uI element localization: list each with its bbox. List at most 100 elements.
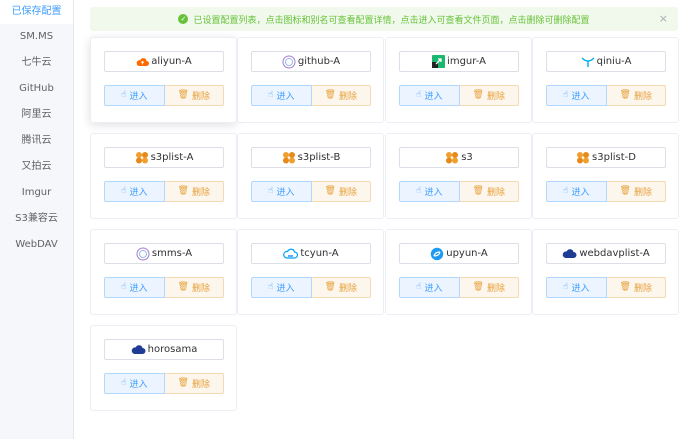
config-name-button[interactable]: horosama: [104, 339, 224, 360]
close-icon[interactable]: ×: [659, 12, 668, 26]
trash-icon: 🗑: [177, 90, 189, 100]
pointer-hand-icon: ☝: [416, 282, 422, 292]
config-name: imgur-A: [447, 56, 486, 67]
sidebar-item-smms[interactable]: SM.MS: [0, 25, 73, 49]
tencent-cloud-icon: [283, 248, 299, 259]
sidebar-item-webdav[interactable]: WebDAV: [0, 233, 73, 257]
sidebar-item-saved-configs[interactable]: 已保存配置: [0, 0, 73, 24]
config-card: s3plist-B ☝ 进入 🗑 删除: [237, 133, 384, 219]
config-name-button[interactable]: upyun-A: [399, 243, 519, 264]
trash-icon: 🗑: [472, 90, 484, 100]
delete-button[interactable]: 🗑 删除: [606, 85, 666, 106]
enter-button[interactable]: ☝ 进入: [104, 85, 165, 106]
config-name-button[interactable]: s3plist-B: [251, 147, 371, 168]
config-name-button[interactable]: smms-A: [104, 243, 224, 264]
success-check-icon: ✓: [178, 14, 189, 24]
config-card: s3plist-A ☝ 进入 🗑 删除: [90, 133, 237, 219]
trash-icon: 🗑: [619, 282, 631, 292]
enter-button[interactable]: ☝ 进入: [104, 373, 165, 394]
delete-button[interactable]: 🗑 删除: [459, 277, 519, 298]
trash-icon: 🗑: [324, 282, 336, 292]
trash-icon: 🗑: [619, 186, 631, 196]
enter-button[interactable]: ☝ 进入: [399, 85, 460, 106]
config-name: s3plist-D: [592, 152, 636, 163]
trash-icon: 🗑: [324, 90, 336, 100]
s3-bucket-icon: [135, 151, 149, 164]
sidebar-item-s3[interactable]: S3兼容云: [0, 207, 73, 231]
config-name: webdavplist-A: [579, 248, 650, 259]
enter-button[interactable]: ☝ 进入: [399, 277, 460, 298]
config-name-button[interactable]: qiniu-A: [546, 51, 666, 72]
config-name: upyun-A: [446, 248, 488, 259]
delete-button[interactable]: 🗑 删除: [606, 181, 666, 202]
config-name-button[interactable]: tcyun-A: [251, 243, 371, 264]
pointer-hand-icon: ☝: [268, 282, 274, 292]
enter-button[interactable]: ☝ 进入: [399, 181, 460, 202]
enter-button[interactable]: ☝ 进入: [546, 277, 607, 298]
sidebar-item-imgur[interactable]: Imgur: [0, 181, 73, 205]
alert-text: 已设置配置列表，点击图标和别名可查看配置详情，点击进入可查看文件页面，点击删除可…: [193, 15, 590, 26]
delete-button[interactable]: 🗑 删除: [311, 85, 371, 106]
sidebar-item-aliyun[interactable]: 阿里云: [0, 103, 73, 127]
config-name-button[interactable]: s3: [399, 147, 519, 168]
config-name: s3plist-B: [297, 152, 341, 163]
config-name: smms-A: [151, 248, 193, 259]
enter-button[interactable]: ☝ 进入: [546, 181, 607, 202]
enter-button[interactable]: ☝ 进入: [251, 85, 312, 106]
sidebar-item-tencent[interactable]: 腾讯云: [0, 129, 73, 153]
config-card: tcyun-A ☝ 进入 🗑 删除: [237, 229, 384, 315]
s3-bucket-icon: [445, 151, 459, 164]
pointer-hand-icon: ☝: [121, 186, 127, 196]
sidebar: 已保存配置 SM.MS 七牛云 GitHub 阿里云 腾讯云 又拍云 Imgur…: [0, 0, 74, 439]
webdav-cloud-icon: [131, 344, 146, 355]
delete-button[interactable]: 🗑 删除: [459, 181, 519, 202]
delete-button[interactable]: 🗑 删除: [164, 181, 224, 202]
info-alert: ✓ 已设置配置列表，点击图标和别名可查看配置详情，点击进入可查看文件页面，点击删…: [90, 7, 678, 31]
webdav-cloud-icon: [562, 248, 577, 259]
pointer-hand-icon: ☝: [121, 378, 127, 388]
smms-icon: [136, 247, 150, 261]
enter-button[interactable]: ☝ 进入: [251, 277, 312, 298]
s3-bucket-icon: [576, 151, 590, 164]
enter-button[interactable]: ☝ 进入: [104, 181, 165, 202]
delete-button[interactable]: 🗑 删除: [164, 373, 224, 394]
pointer-hand-icon: ☝: [563, 282, 569, 292]
pointer-hand-icon: ☝: [268, 186, 274, 196]
enter-button[interactable]: ☝ 进入: [251, 181, 312, 202]
config-name-button[interactable]: webdavplist-A: [546, 243, 666, 264]
trash-icon: 🗑: [177, 282, 189, 292]
config-name: tcyun-A: [300, 248, 339, 259]
sidebar-item-qiniu[interactable]: 七牛云: [0, 51, 73, 75]
config-name: github-A: [297, 56, 341, 67]
config-name: aliyun-A: [151, 56, 192, 67]
config-name-button[interactable]: github-A: [251, 51, 371, 72]
trash-icon: 🗑: [177, 378, 189, 388]
config-card: smms-A ☝ 进入 🗑 删除: [90, 229, 237, 315]
delete-button[interactable]: 🗑 删除: [164, 277, 224, 298]
delete-button[interactable]: 🗑 删除: [311, 277, 371, 298]
aliyun-cloud-icon: [136, 56, 150, 67]
trash-icon: 🗑: [472, 186, 484, 196]
config-name: horosama: [147, 344, 198, 355]
pointer-hand-icon: ☝: [121, 90, 127, 100]
delete-button[interactable]: 🗑 删除: [606, 277, 666, 298]
config-name-button[interactable]: imgur-A: [399, 51, 519, 72]
config-name-button[interactable]: s3plist-A: [104, 147, 224, 168]
config-card: s3 ☝ 进入 🗑 删除: [385, 133, 532, 219]
qiniu-icon: [581, 56, 595, 68]
enter-button[interactable]: ☝ 进入: [104, 277, 165, 298]
sidebar-item-upyun[interactable]: 又拍云: [0, 155, 73, 179]
enter-button[interactable]: ☝ 进入: [546, 85, 607, 106]
delete-button[interactable]: 🗑 删除: [311, 181, 371, 202]
config-card: webdavplist-A ☝ 进入 🗑 删除: [532, 229, 679, 315]
config-name-button[interactable]: aliyun-A: [104, 51, 224, 72]
config-card: github-A ☝ 进入 🗑 删除: [237, 37, 384, 123]
pointer-hand-icon: ☝: [268, 90, 274, 100]
pointer-hand-icon: ☝: [416, 186, 422, 196]
delete-button[interactable]: 🗑 删除: [164, 85, 224, 106]
github-icon: [282, 55, 296, 69]
config-name-button[interactable]: s3plist-D: [546, 147, 666, 168]
delete-button[interactable]: 🗑 删除: [459, 85, 519, 106]
pointer-hand-icon: ☝: [563, 186, 569, 196]
sidebar-item-github[interactable]: GitHub: [0, 77, 73, 101]
